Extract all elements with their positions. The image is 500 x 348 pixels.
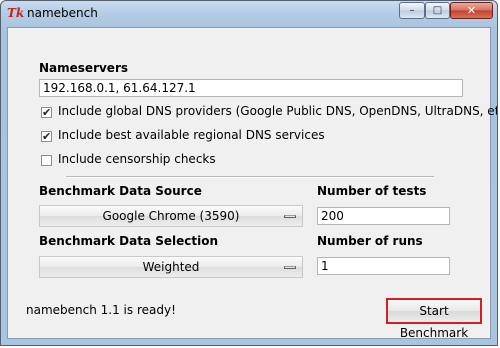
num-runs-label: Number of runs (317, 234, 423, 248)
app-window: Tk namebench – □ ✕ Nameservers 192.168.0… (0, 0, 498, 346)
section-divider (66, 176, 434, 178)
num-tests-label: Number of tests (317, 184, 427, 198)
dropdown-indicator-icon (284, 266, 296, 269)
maximize-button[interactable]: □ (425, 2, 450, 19)
minimize-button[interactable]: – (399, 2, 425, 19)
regional-dns-checkbox[interactable]: ✔ (41, 131, 52, 142)
status-text: namebench 1.1 is ready! (26, 303, 176, 317)
close-button[interactable]: ✕ (450, 2, 493, 19)
data-selection-value: Weighted (142, 260, 200, 274)
data-source-dropdown[interactable]: Google Chrome (3590) (39, 205, 303, 227)
data-source-value: Google Chrome (3590) (102, 209, 240, 223)
start-benchmark-button[interactable]: Start Benchmark (386, 298, 482, 340)
window-title: namebench (27, 6, 98, 20)
censorship-label: Include censorship checks (58, 152, 216, 166)
data-selection-dropdown[interactable]: Weighted (39, 256, 303, 278)
title-bar[interactable]: Tk namebench – □ ✕ (1, 1, 497, 27)
dropdown-indicator-icon (284, 215, 296, 218)
data-selection-label: Benchmark Data Selection (39, 234, 219, 248)
num-tests-input[interactable]: 200 (317, 207, 450, 225)
tk-feather-icon: Tk (7, 6, 25, 20)
nameservers-label: Nameservers (39, 61, 129, 75)
num-runs-input[interactable]: 1 (317, 257, 450, 275)
main-panel: Nameservers 192.168.0.1, 61.64.127.1 ✔ I… (7, 27, 497, 340)
censorship-checkbox[interactable] (41, 155, 52, 166)
global-dns-label: Include global DNS providers (Google Pub… (58, 104, 498, 118)
data-source-label: Benchmark Data Source (39, 184, 202, 198)
nameservers-input[interactable]: 192.168.0.1, 61.64.127.1 (39, 79, 463, 97)
regional-dns-label: Include best available regional DNS serv… (58, 128, 325, 142)
global-dns-checkbox[interactable]: ✔ (41, 107, 52, 118)
